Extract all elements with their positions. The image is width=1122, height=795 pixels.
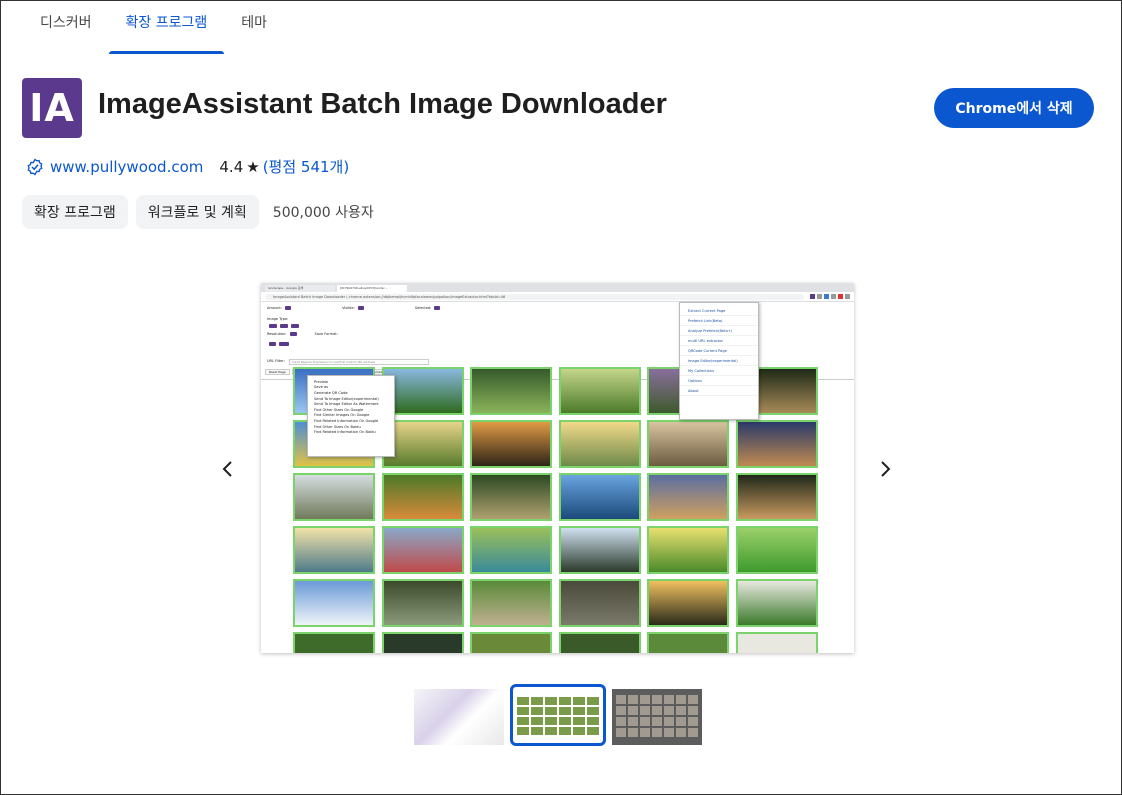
tab-extensions[interactable]: 확장 프로그램 <box>108 0 225 54</box>
type-pill[interactable] <box>269 324 277 328</box>
selected-label: Selected: <box>414 306 432 310</box>
url-filter-input[interactable]: Input Regular Expression to partfull mat… <box>289 359 429 365</box>
developer-site-link[interactable]: www.pullywood.com <box>50 158 203 176</box>
image-thumb[interactable] <box>470 632 552 653</box>
image-thumb[interactable] <box>647 579 729 627</box>
url-filter-label: URL Filter: <box>267 359 285 363</box>
category-chips: 확장 프로그램 워크플로 및 계획 500,000 사용자 <box>22 195 374 229</box>
visible-badge <box>357 306 364 310</box>
image-thumb[interactable] <box>381 632 464 653</box>
image-thumb[interactable] <box>735 579 818 627</box>
tab-discover[interactable]: 디스커버 <box>22 0 109 54</box>
menu-item[interactable]: My Collections <box>680 366 758 376</box>
verified-icon <box>27 158 43 175</box>
tab-themes[interactable]: 테마 <box>224 0 284 54</box>
image-thumb[interactable] <box>735 473 818 521</box>
image-thumb[interactable] <box>470 367 552 415</box>
reset-page-button[interactable]: Reset Page <box>265 369 290 375</box>
type-pill[interactable] <box>290 324 299 328</box>
image-thumb[interactable] <box>381 526 464 574</box>
image-thumb[interactable] <box>647 473 729 521</box>
image-thumb[interactable] <box>647 632 729 653</box>
extension-meta: www.pullywood.com 4.4 ★ (평점 541개) <box>26 156 349 177</box>
selected-badge <box>434 306 441 310</box>
amount-label: Amount: <box>267 306 282 310</box>
image-thumb[interactable] <box>293 632 375 653</box>
ctx-item[interactable]: Find Related Information On Baidu <box>308 429 394 435</box>
image-thumb[interactable] <box>558 632 641 653</box>
image-thumb[interactable] <box>470 420 552 468</box>
screenshot-thumbnail[interactable] <box>612 688 702 745</box>
browser-tab: [ID:f9b6796-eKuy0053]landsc... <box>337 285 407 292</box>
chip-workflow[interactable]: 워크플로 및 계획 <box>135 195 259 229</box>
menu-item[interactable]: QRCode Current Page <box>680 346 758 356</box>
image-thumb[interactable] <box>647 526 729 574</box>
image-thumb[interactable] <box>735 632 818 653</box>
menu-item[interactable]: Image Editor(experimental) <box>680 356 758 366</box>
chip-extensions[interactable]: 확장 프로그램 <box>22 195 128 229</box>
screenshot-thumbnails <box>414 684 708 746</box>
image-thumb[interactable] <box>558 420 641 468</box>
amount-badge <box>285 306 291 310</box>
extension-logo: IA <box>22 78 82 138</box>
thumbnail-preview <box>517 697 599 735</box>
image-type-label: Image Type: <box>267 317 289 321</box>
menu-item[interactable]: Extract Current Page <box>680 306 758 316</box>
size-pill[interactable] <box>279 342 289 346</box>
image-thumb[interactable] <box>558 367 641 415</box>
star-icon: ★ <box>246 157 260 176</box>
type-pill[interactable] <box>279 324 288 328</box>
image-thumb[interactable] <box>293 526 375 574</box>
menu-item[interactable]: Options <box>680 376 758 386</box>
reviews-link[interactable]: (평점 541개) <box>263 156 350 177</box>
extension-icons <box>808 294 850 299</box>
image-thumb[interactable] <box>647 420 729 468</box>
image-thumb[interactable] <box>381 473 464 521</box>
screenshot-thumbnail[interactable] <box>510 684 606 746</box>
image-thumb[interactable] <box>470 473 552 521</box>
carousel-next-icon[interactable] <box>871 455 899 483</box>
menu-item[interactable]: About <box>680 386 758 396</box>
size-pill[interactable] <box>269 342 276 346</box>
remove-from-chrome-button[interactable]: Chrome에서 삭제 <box>934 88 1094 128</box>
image-thumb[interactable] <box>470 526 552 574</box>
browser-tab: landscape - Google 검색 <box>265 285 335 292</box>
image-thumb[interactable] <box>558 526 641 574</box>
top-nav: 디스커버 확장 프로그램 테마 <box>22 0 284 54</box>
rating-value: 4.4 <box>219 157 244 176</box>
image-thumb[interactable] <box>470 579 552 627</box>
image-thumb[interactable] <box>293 473 375 521</box>
resolution-pill[interactable] <box>289 332 298 336</box>
save-format-label: Save Format: <box>314 332 338 336</box>
main-screenshot: landscape - Google 검색 [ID:f9b6796-eKuy00… <box>261 283 854 653</box>
menu-item[interactable]: Prefetch Link(Beta) <box>680 316 758 326</box>
visible-label: Visible: <box>342 306 355 310</box>
image-thumb[interactable] <box>558 579 641 627</box>
extension-title: ImageAssistant Batch Image Downloader <box>98 88 667 120</box>
thumbnail-preview <box>616 694 698 737</box>
browser-address-bar: ImageAssistant Batch Image Downloader | … <box>261 292 854 302</box>
image-thumb[interactable] <box>381 579 464 627</box>
image-context-menu: Preview Save as Generate QR Code Send To… <box>307 375 395 457</box>
image-thumb[interactable] <box>558 473 641 521</box>
image-thumb[interactable] <box>293 579 375 627</box>
carousel-prev-icon[interactable] <box>214 455 242 483</box>
user-count: 500,000 사용자 <box>272 205 374 221</box>
browser-tabstrip: landscape - Google 검색 [ID:f9b6796-eKuy00… <box>261 283 854 292</box>
resolution-label: Resolution: <box>267 332 287 336</box>
address-text: ImageAssistant Batch Image Downloader | … <box>265 293 804 300</box>
menu-item[interactable]: multi URL extractor <box>680 336 758 346</box>
image-thumb[interactable] <box>735 420 818 468</box>
extension-popup-menu: Extract Current Page Prefetch Link(Beta)… <box>679 302 759 420</box>
menu-item[interactable]: Analyze Prefetch(Beta+) <box>680 326 758 336</box>
image-thumb[interactable] <box>735 526 818 574</box>
screenshot-thumbnail[interactable] <box>414 688 504 745</box>
